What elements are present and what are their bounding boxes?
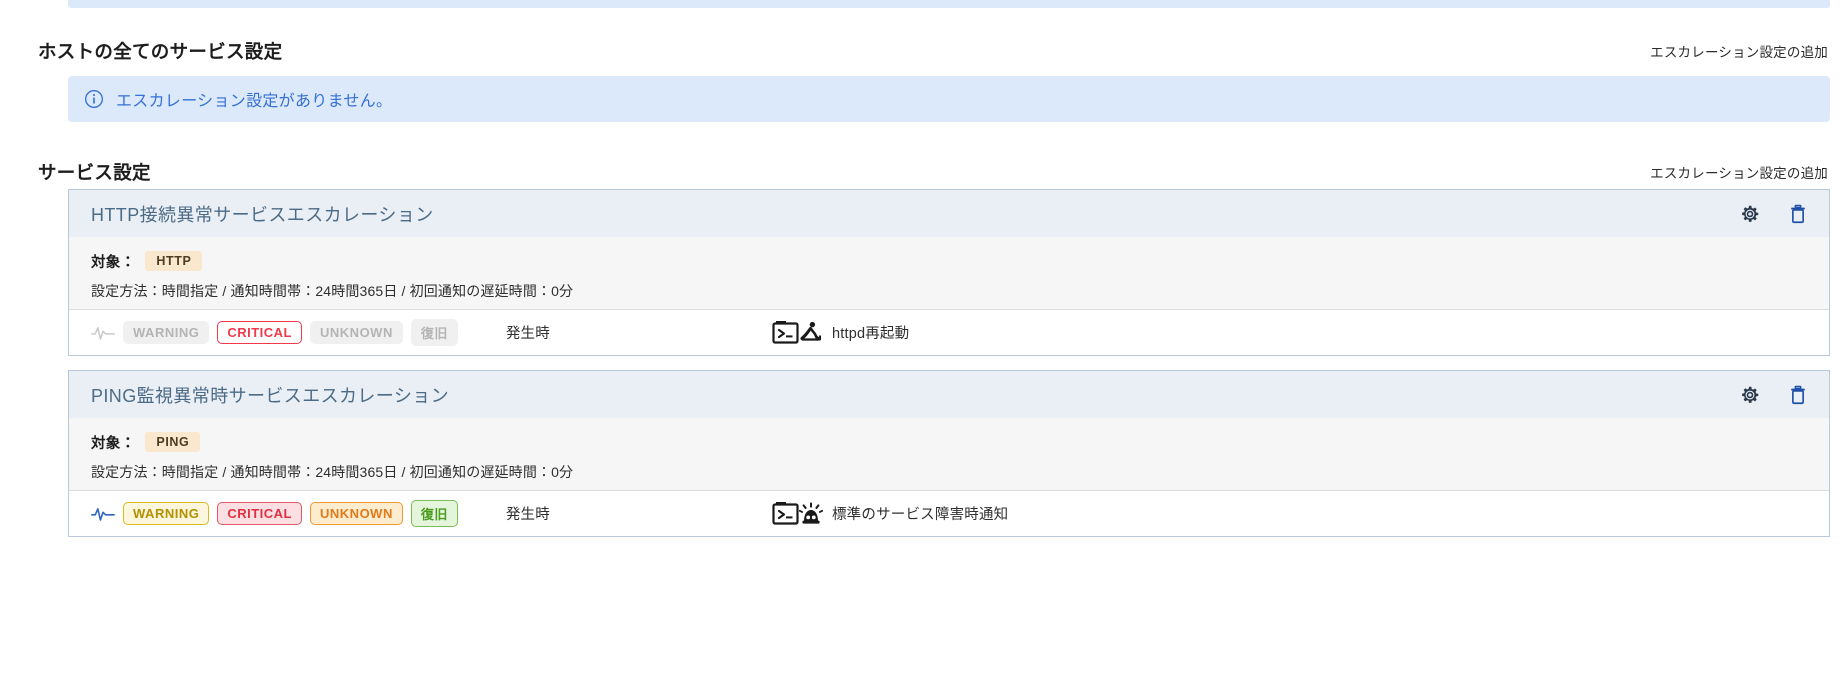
escalation-card-header: HTTP接続異常サービスエスカレーション [69,189,1829,237]
target-label: 対象： [91,254,136,271]
settings-summary: 設定方法：時間指定 / 通知時間帯：24時間365日 / 初回通知の遅延時間：0… [91,283,574,299]
notification-timing: 発生時 [505,507,550,523]
status-badge[interactable]: WARNING [123,321,210,344]
escalation-card-tools [1739,203,1809,225]
action-wrap: 標準のサービス障害時通知 [772,500,1008,528]
escalation-status-row: WARNING CRITICAL UNKNOWN 復旧 発生時 [69,490,1829,536]
escalation-status-row: WARNING CRITICAL UNKNOWN 復旧 発生時 [69,309,1829,355]
escalation-card: HTTP接続異常サービスエスカレーション 対象： HTTP 設定方法：時間指定 … [68,189,1830,356]
escalation-card-body: 対象： HTTP 設定方法：時間指定 / 通知時間帯：24時間365日 / 初回… [69,237,1829,309]
pulse-icon [91,507,115,521]
status-badge-group: WARNING CRITICAL UNKNOWN 復旧 [123,500,458,527]
status-badge[interactable]: WARNING [123,502,210,525]
target-row: 対象： HTTP [91,249,1807,273]
settings-summary: 設定方法：時間指定 / 通知時間帯：24時間365日 / 初回通知の遅延時間：0… [91,464,574,480]
host-services-section: ホストの全てのサービス設定 エスカレーション設定の追加 エスカレーション設定があ… [0,34,1846,122]
terminal-escalate-icon [772,320,821,344]
pulse-icon [91,326,115,340]
status-badge[interactable]: 復旧 [410,500,458,527]
action-wrap: httpd再起動 [772,319,909,347]
gear-icon[interactable] [1739,384,1761,406]
escalation-card-body: 対象： PING 設定方法：時間指定 / 通知時間帯：24時間365日 / 初回… [69,418,1829,490]
escalation-card-title: HTTP接続異常サービスエスカレーション [91,204,434,225]
action-label: 標準のサービス障害時通知 [831,507,1009,523]
host-empty-alert-text: エスカレーション設定がありません。 [116,93,393,110]
host-section-title: ホストの全てのサービス設定 [38,41,283,62]
notification-timing: 発生時 [505,326,550,342]
status-badge[interactable]: 復旧 [410,319,458,346]
target-row: 対象： PING [91,430,1807,454]
target-badge: HTTP [145,251,203,271]
status-badge[interactable]: CRITICAL [217,321,303,344]
info-circle-icon [85,90,103,108]
status-badge[interactable]: CRITICAL [217,502,303,525]
host-section-header: ホストの全てのサービス設定 エスカレーション設定の追加 [0,34,1846,68]
status-badge-group: WARNING CRITICAL UNKNOWN 復旧 [123,319,458,346]
host-empty-alert: エスカレーション設定がありません。 [68,76,1830,122]
action-label: httpd再起動 [831,326,910,342]
service-section-title: サービス設定 [38,162,151,183]
escalation-card-tools [1739,384,1809,406]
gear-icon[interactable] [1739,203,1761,225]
trash-icon[interactable] [1787,384,1809,406]
status-badge[interactable]: UNKNOWN [310,502,403,525]
escalation-card: PING監視異常時サービスエスカレーション 対象： PING 設定方法：時間指定… [68,370,1830,537]
service-add-escalation-link[interactable]: エスカレーション設定の追加 [1650,162,1828,182]
escalation-card-header: PING監視異常時サービスエスカレーション [69,370,1829,418]
target-badge: PING [145,432,201,452]
card-spacer [0,356,1846,370]
status-badge[interactable]: UNKNOWN [310,321,403,344]
cut-off-alert-strip [68,0,1830,8]
host-add-escalation-link[interactable]: エスカレーション設定の追加 [1650,41,1828,61]
target-label: 対象： [91,435,136,452]
trash-icon[interactable] [1787,203,1809,225]
service-settings-section: サービス設定 エスカレーション設定の追加 HTTP接続異常サービスエスカレーショ… [0,155,1846,537]
escalation-card-title: PING監視異常時サービスエスカレーション [91,385,450,406]
terminal-siren-icon [772,501,824,525]
service-section-header: サービス設定 エスカレーション設定の追加 [0,155,1846,189]
